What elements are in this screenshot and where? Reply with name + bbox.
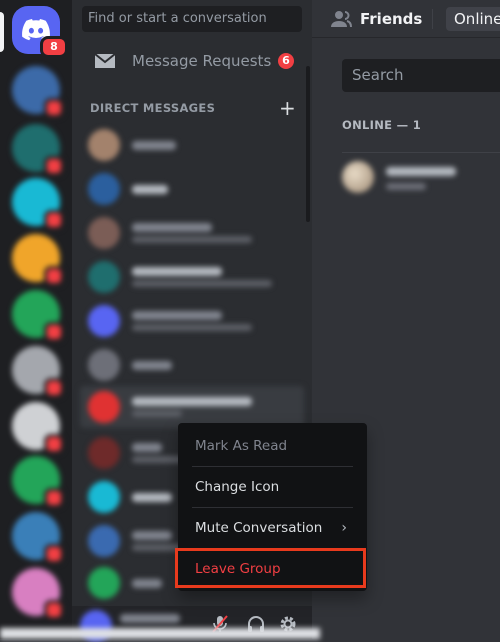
header-divider [432, 9, 433, 29]
server-icon[interactable] [12, 290, 64, 342]
envelope-icon [94, 53, 116, 68]
menu-separator [192, 466, 353, 467]
find-conversation-button[interactable]: Find or start a conversation [82, 6, 302, 32]
server-icon[interactable] [12, 346, 64, 398]
online-count-header: ONLINE — 1 [342, 118, 421, 132]
friends-search-input[interactable]: Search [342, 59, 500, 92]
dm-list-item[interactable] [80, 124, 304, 166]
server-icon[interactable] [12, 568, 64, 620]
annotation-highlight-box [175, 548, 366, 588]
plus-icon[interactable]: + [279, 96, 296, 120]
home-mention-badge: 8 [40, 36, 68, 58]
friend-list-item[interactable] [342, 152, 500, 201]
friend-status [386, 183, 426, 190]
dm-list-item[interactable] [80, 212, 304, 254]
username [120, 614, 180, 623]
direct-messages-label: DIRECT MESSAGES [90, 101, 216, 115]
dm-list-item[interactable] [80, 300, 304, 342]
change-icon-item[interactable]: Change Icon [186, 471, 359, 503]
dm-list-item[interactable] [80, 256, 304, 298]
mark-as-read-item: Mark As Read [195, 438, 288, 454]
friend-name [386, 167, 456, 176]
server-rail: 8 [0, 0, 72, 639]
mute-conversation-item[interactable]: Mute Conversation › [186, 512, 359, 544]
selected-indicator [0, 12, 4, 52]
message-requests-badge: 6 [278, 53, 294, 69]
page-title: Friends [360, 10, 423, 28]
tab-online[interactable]: Online [446, 7, 500, 31]
server-icon[interactable] [12, 512, 64, 564]
server-icon[interactable] [12, 124, 64, 176]
friends-header: Friends Online [312, 0, 500, 38]
dm-list-item[interactable] [80, 344, 304, 386]
direct-messages-header: DIRECT MESSAGES + [90, 96, 296, 120]
browser-status-bar [0, 628, 320, 639]
server-icon[interactable] [12, 234, 64, 286]
server-icon[interactable] [12, 178, 64, 230]
menu-separator [192, 507, 353, 508]
dm-list-item[interactable] [80, 168, 304, 210]
avatar [342, 161, 374, 193]
group-dm-item[interactable] [80, 386, 304, 428]
message-requests-label: Message Requests [132, 52, 272, 70]
message-requests-item[interactable]: Message Requests 6 [80, 44, 304, 78]
mute-conversation-label: Mute Conversation [195, 520, 323, 536]
chevron-right-icon: › [341, 520, 347, 536]
friends-icon [331, 11, 352, 28]
server-icon[interactable] [12, 402, 64, 454]
server-icon[interactable] [12, 456, 64, 508]
sidebar-scrollbar[interactable] [306, 66, 310, 222]
server-icon[interactable] [12, 66, 64, 118]
